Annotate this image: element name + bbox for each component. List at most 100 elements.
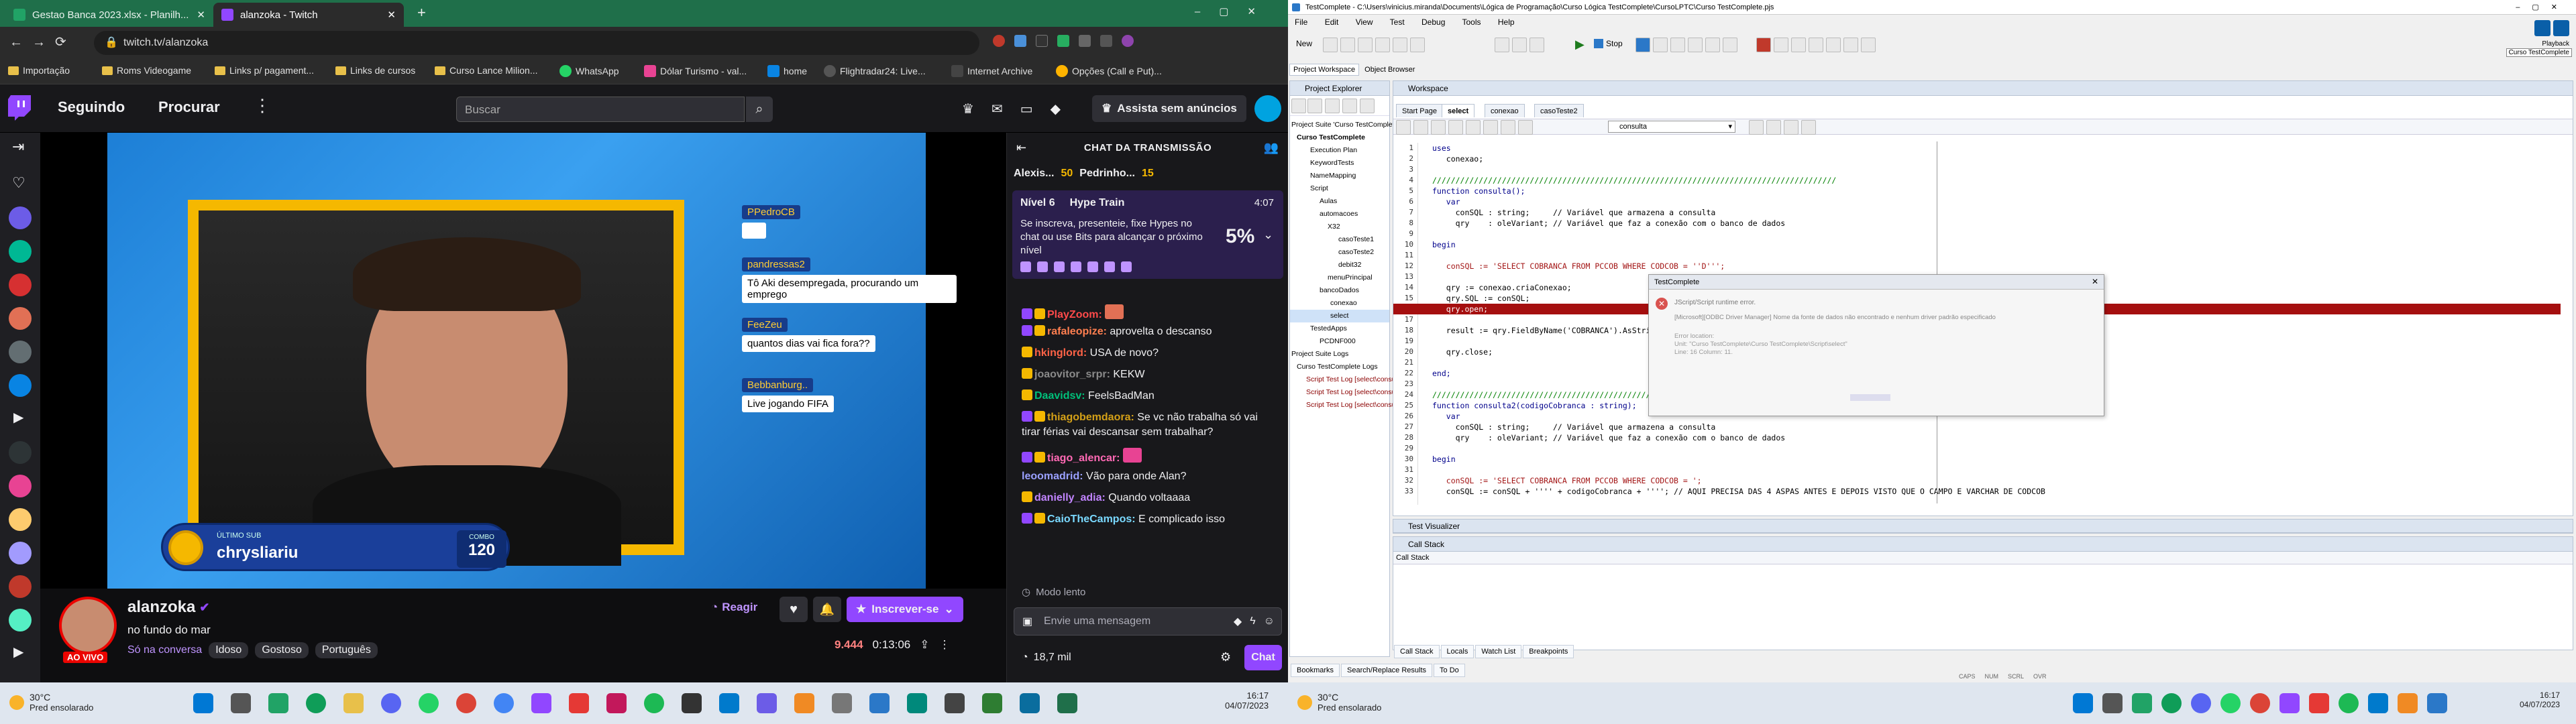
toolbar-button[interactable]	[1809, 38, 1823, 52]
video-icon[interactable]: ▶	[13, 644, 23, 660]
taskbar-app[interactable]	[2220, 693, 2241, 713]
bits-icon[interactable]: ◆	[1234, 615, 1242, 628]
tree-item-log[interactable]: Script Test Log [select\consulta]	[1290, 386, 1405, 399]
avatar[interactable]	[1122, 35, 1134, 47]
taskbar-app[interactable]	[794, 693, 814, 713]
toolbar-button[interactable]	[1635, 38, 1650, 52]
bookmark-item[interactable]: Links p/ pagament...	[215, 65, 314, 76]
share-icon[interactable]: ⇪	[920, 638, 929, 652]
tree-item[interactable]: menuPrincipal	[1290, 272, 1389, 284]
menu-tools[interactable]: Tools	[1462, 17, 1481, 27]
menu-file[interactable]: File	[1295, 17, 1307, 27]
routine-dropdown[interactable]: consulta ▾	[1608, 121, 1735, 133]
menu-help[interactable]: Help	[1498, 17, 1515, 27]
tree-item[interactable]: Script	[1290, 182, 1389, 195]
toolbar-button[interactable]	[1495, 38, 1509, 52]
recorder-icon[interactable]	[2534, 20, 2551, 36]
window-controls[interactable]: –▢✕	[2516, 0, 2569, 14]
tree-item[interactable]: Curso TestComplete Logs	[1290, 361, 1389, 373]
leaderboard-entry[interactable]: 50	[1061, 168, 1073, 180]
taskbar-app[interactable]	[569, 693, 589, 713]
menu-debug[interactable]: Debug	[1421, 17, 1445, 27]
bookmark-item[interactable]: home	[767, 65, 807, 77]
taskbar-app[interactable]	[1020, 693, 1040, 713]
weather-widget[interactable]: 30°C Pred ensolarado	[1297, 692, 1381, 713]
tab-breakpoints[interactable]: Breakpoints	[1523, 645, 1574, 658]
tree-item[interactable]: NameMapping	[1290, 170, 1389, 182]
channel-avatar[interactable]	[9, 341, 32, 363]
toolbar-button[interactable]	[1653, 38, 1668, 52]
toolbar-button[interactable]	[1375, 38, 1390, 52]
extension-icon[interactable]	[1057, 35, 1069, 47]
menu-view[interactable]: View	[1356, 17, 1373, 27]
tab-spreadsheet[interactable]: Gestao Banca 2023.xlsx - Planilh... ✕	[5, 3, 213, 27]
tab-locals[interactable]: Locals	[1440, 645, 1474, 658]
tag[interactable]: Gostoso	[255, 642, 309, 658]
bookmark-item[interactable]: Dólar Turismo - val...	[644, 65, 747, 77]
new-button[interactable]: New	[1296, 39, 1312, 48]
channel-points[interactable]: ◔ 18,7 mil	[1022, 652, 1071, 664]
taskbar-app[interactable]	[2102, 693, 2123, 713]
channel-avatar[interactable]	[59, 597, 117, 654]
taskbar-app[interactable]	[343, 693, 364, 713]
tab-casoteste2[interactable]: casoTeste2	[1534, 104, 1584, 117]
stop-icon[interactable]	[1594, 39, 1603, 48]
bookmark-item[interactable]: Curso Lance Milion...	[435, 65, 538, 76]
user-avatar[interactable]	[1254, 95, 1281, 122]
taskbar-app[interactable]	[682, 693, 702, 713]
clock[interactable]: 16:17 04/07/2023	[2520, 690, 2560, 709]
tab-todo[interactable]: To Do	[1434, 664, 1465, 677]
tree-item-log[interactable]: Script Test Log [select\consulta]	[1290, 399, 1405, 412]
chat-send-button[interactable]: Chat	[1244, 645, 1282, 670]
tree-item[interactable]: Project Suite Logs	[1290, 348, 1389, 361]
tree-item[interactable]: KeywordTests	[1290, 157, 1389, 170]
taskbar-app[interactable]	[2279, 693, 2300, 713]
search-icon[interactable]: ⌕	[746, 97, 773, 122]
taskbar-app[interactable]	[494, 693, 514, 713]
emote-icon[interactable]: ☺	[1264, 615, 1275, 627]
tag[interactable]: Idoso	[209, 642, 249, 658]
toolbar-button[interactable]	[1705, 38, 1720, 52]
extension-icon[interactable]	[1014, 35, 1026, 47]
clock[interactable]: 16:17 04/07/2023	[1225, 690, 1269, 711]
taskbar-app[interactable]	[381, 693, 401, 713]
window-controls[interactable]: –▢✕	[1195, 5, 1275, 17]
video-icon[interactable]: ▶	[13, 409, 23, 426]
taskbar-app[interactable]	[907, 693, 927, 713]
run-icon[interactable]: ▶	[1575, 38, 1585, 52]
taskbar-app[interactable]	[456, 693, 476, 713]
taskbar-app[interactable]	[869, 693, 890, 713]
tree-item[interactable]: TestedApps	[1290, 322, 1389, 335]
nav-browse[interactable]: Procurar	[158, 99, 220, 116]
taskbar-app[interactable]	[2191, 693, 2211, 713]
taskbar-app[interactable]	[606, 693, 627, 713]
category-link[interactable]: Só na conversa	[127, 644, 202, 656]
toolbar-button[interactable]	[1393, 38, 1407, 52]
search-input[interactable]: Buscar	[456, 97, 745, 122]
channel-avatar[interactable]	[9, 374, 32, 397]
bell-icon[interactable]: 🔔	[813, 597, 841, 622]
tree-item[interactable]: PCDNF000	[1290, 335, 1389, 348]
tab-watch-list[interactable]: Watch List	[1475, 645, 1522, 658]
taskbar-app[interactable]	[832, 693, 852, 713]
channel-avatar[interactable]	[9, 206, 32, 229]
taskbar-app[interactable]	[231, 693, 251, 713]
url-field[interactable]: 🔒 twitch.tv/alanzoka	[94, 31, 979, 55]
leaderboard-entry[interactable]: Alexis...	[1014, 168, 1054, 180]
download-icon[interactable]	[1100, 35, 1112, 47]
dialog-button[interactable]	[1850, 394, 1890, 401]
channel-avatar[interactable]	[9, 307, 32, 330]
toolbar-button[interactable]	[1529, 38, 1544, 52]
taskbar-app[interactable]	[2368, 693, 2388, 713]
tab-twitch[interactable]: alanzoka - Twitch ✕	[213, 3, 404, 27]
channel-avatar[interactable]	[9, 542, 32, 564]
inbox-icon[interactable]: ✉	[991, 101, 1003, 117]
tree-item[interactable]: casoTeste2	[1290, 246, 1389, 259]
settings-icon[interactable]: ⚙	[1220, 650, 1231, 664]
tree-item[interactable]: Curso TestComplete	[1290, 131, 1389, 144]
taskbar-app[interactable]	[2309, 693, 2329, 713]
channel-avatar[interactable]	[9, 508, 32, 531]
taskbar-app[interactable]	[757, 693, 777, 713]
lightning-icon[interactable]: ϟ	[1250, 615, 1255, 627]
tree-item[interactable]: Aulas	[1290, 195, 1389, 208]
